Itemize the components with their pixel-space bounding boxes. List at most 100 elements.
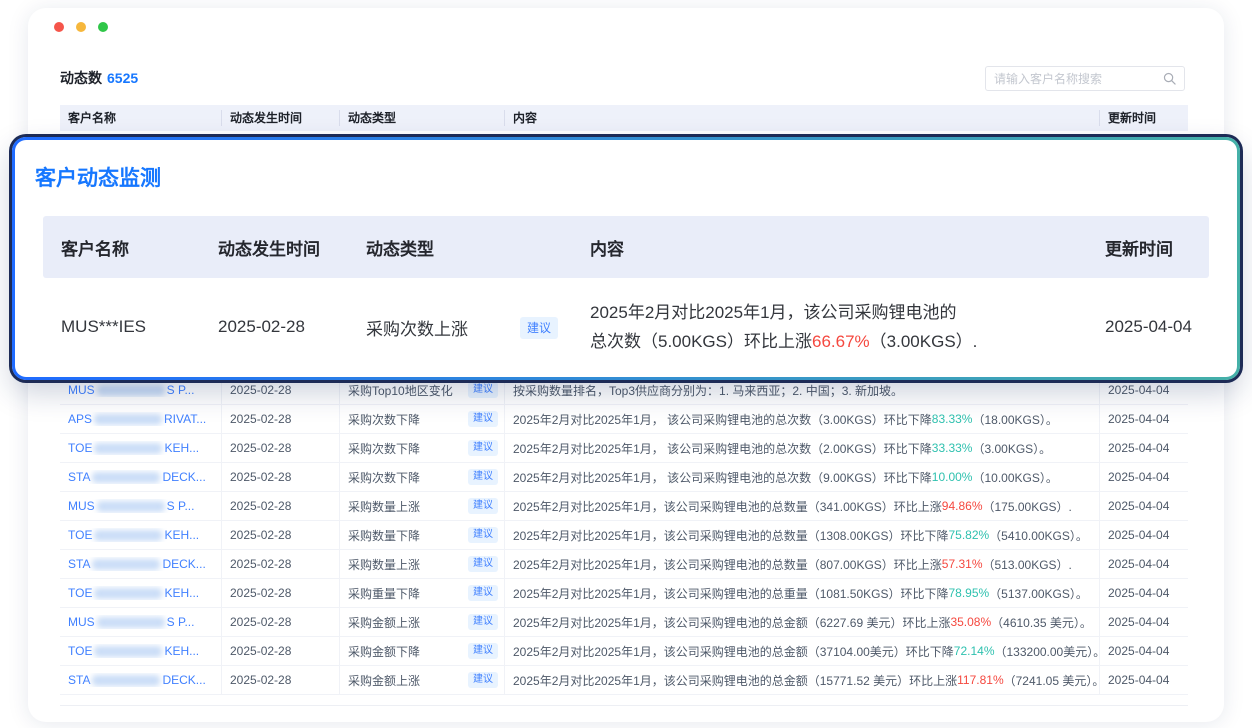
column-header-updated: 更新时间	[1100, 110, 1188, 126]
overlay-content: 2025年2月对比2025年1月，该公司采购锂电池的 总次数（5.00KGS）环…	[575, 298, 1097, 356]
dynamics-count-label: 动态数	[60, 70, 102, 86]
customer-name-link[interactable]: MUS S P...	[68, 615, 194, 629]
dynamic-type-cell: 采购次数下降 建议	[340, 463, 505, 491]
occurred-date-cell: 2025-02-28	[222, 405, 340, 433]
suggestion-badge: 建议	[468, 585, 498, 601]
percent-change: 57.31%	[942, 557, 983, 571]
close-window-button[interactable]	[54, 22, 64, 32]
dynamics-count: 动态数6525	[60, 68, 138, 88]
occurred-date-cell: 2025-02-28	[222, 637, 340, 665]
customer-name-link[interactable]: APS RIVAT...	[68, 412, 206, 426]
column-header-customer: 客户名称	[60, 110, 222, 126]
search-input[interactable]	[994, 72, 1163, 86]
customer-name-link[interactable]: STA DECK...	[68, 673, 206, 687]
overlay-customer-name[interactable]: MUS***IES	[43, 317, 203, 337]
occurred-date-cell: 2025-02-28	[222, 463, 340, 491]
content-cell: 按采购数量排名，Top3供应商分别为：1. 马来西亚；2. 中国；3. 新加坡。	[505, 376, 1100, 404]
updated-date-cell: 2025-04-04	[1100, 463, 1188, 491]
dynamic-type-cell: 采购数量上涨 建议	[340, 492, 505, 520]
suggestion-badge: 建议	[468, 672, 498, 688]
updated-date-cell: 2025-04-04	[1100, 608, 1188, 636]
dynamic-type-cell: 采购Top10地区变化 建议	[340, 376, 505, 404]
customer-search-box[interactable]	[985, 66, 1185, 91]
customer-name-link[interactable]: TOE KEH...	[68, 586, 199, 600]
blurred-name-segment	[94, 646, 162, 657]
content-cell: 2025年2月对比2025年1月，该公司采购锂电池的总金额（6227.69 美元…	[505, 608, 1100, 636]
customer-name-link[interactable]: MUS S P...	[68, 499, 194, 513]
column-header-content: 内容	[505, 110, 1100, 126]
suggestion-badge: 建议	[468, 643, 498, 659]
overlay-occurred-date: 2025-02-28	[203, 317, 351, 337]
updated-date-cell: 2025-04-04	[1100, 579, 1188, 607]
suggestion-badge: 建议	[468, 382, 498, 398]
content-cell: 2025年2月对比2025年1月，该公司采购锂电池的总数量（1308.00KGS…	[505, 521, 1100, 549]
content-cell: 2025年2月对比2025年1月，该公司采购锂电池的总金额（15771.52 美…	[505, 666, 1100, 694]
dynamic-type-cell: 采购金额上涨 建议	[340, 608, 505, 636]
updated-date-cell: 2025-04-04	[1100, 521, 1188, 549]
dynamic-type-cell: 采购重量下降 建议	[340, 579, 505, 607]
occurred-date-cell: 2025-02-28	[222, 492, 340, 520]
updated-date-cell: 2025-04-04	[1100, 637, 1188, 665]
table-bottom-divider	[60, 705, 1188, 706]
table-row: TOE KEH... 2025-02-28 采购金额下降 建议 2025年2月对…	[60, 637, 1188, 666]
updated-date-cell: 2025-04-04	[1100, 666, 1188, 694]
maximize-window-button[interactable]	[98, 22, 108, 32]
content-cell: 2025年2月对比2025年1月，该公司采购锂电池的总金额（37104.00美元…	[505, 637, 1100, 665]
percent-change: 117.81%	[957, 673, 1003, 687]
updated-date-cell: 2025-04-04	[1100, 550, 1188, 578]
overlay-column-occurred: 动态发生时间	[203, 235, 351, 260]
occurred-date-cell: 2025-02-28	[222, 579, 340, 607]
dynamic-type-cell: 采购数量下降 建议	[340, 521, 505, 549]
window-controls	[54, 22, 108, 32]
blurred-name-segment	[97, 385, 165, 396]
suggestion-badge: 建议	[468, 411, 498, 427]
updated-date-cell: 2025-04-04	[1100, 492, 1188, 520]
suggestion-badge: 建议	[468, 556, 498, 572]
table-row: STA DECK... 2025-02-28 采购次数下降 建议 2025年2月…	[60, 463, 1188, 492]
table-row: STA DECK... 2025-02-28 采购金额上涨 建议 2025年2月…	[60, 666, 1188, 695]
percent-change: 72.14%	[954, 644, 995, 658]
dynamic-type-cell: 采购次数下降 建议	[340, 434, 505, 462]
percent-change: 10.00%	[932, 470, 973, 484]
dynamic-type-cell: 采购金额下降 建议	[340, 637, 505, 665]
dynamic-type-cell: 采购次数下降 建议	[340, 405, 505, 433]
table-row: MUS S P... 2025-02-28 采购Top10地区变化 建议 按采购…	[60, 376, 1188, 405]
customer-name-link[interactable]: TOE KEH...	[68, 644, 199, 658]
customer-name-link[interactable]: STA DECK...	[68, 557, 206, 571]
overlay-title: 客户动态监测	[35, 162, 161, 192]
overlay-column-updated: 更新时间	[1097, 235, 1209, 260]
minimize-window-button[interactable]	[76, 22, 86, 32]
blurred-name-segment	[97, 501, 165, 512]
column-header-type: 动态类型	[340, 110, 505, 126]
blurred-name-segment	[94, 443, 162, 454]
customer-name-link[interactable]: STA DECK...	[68, 470, 206, 484]
percent-change: 83.33%	[932, 412, 973, 426]
percent-change: 78.95%	[948, 586, 989, 600]
occurred-date-cell: 2025-02-28	[222, 608, 340, 636]
column-header-occurred: 动态发生时间	[222, 110, 340, 126]
updated-date-cell: 2025-04-04	[1100, 405, 1188, 433]
overlay-column-customer: 客户名称	[43, 235, 203, 260]
overlay-percent-change: 66.67%	[812, 332, 870, 351]
overlay-suggestion-badge: 建议	[520, 317, 558, 339]
overlay-table-header: 客户名称 动态发生时间 动态类型 内容 更新时间	[43, 216, 1209, 278]
content-cell: 2025年2月对比2025年1月，该公司采购锂电池的总数量（341.00KGS）…	[505, 492, 1100, 520]
suggestion-badge: 建议	[468, 469, 498, 485]
content-cell: 2025年2月对比2025年1月，该公司采购锂电池的总数量（807.00KGS）…	[505, 550, 1100, 578]
occurred-date-cell: 2025-02-28	[222, 521, 340, 549]
table-row: TOE KEH... 2025-02-28 采购数量下降 建议 2025年2月对…	[60, 521, 1188, 550]
dynamic-type-cell: 采购数量上涨 建议	[340, 550, 505, 578]
customer-name-link[interactable]: TOE KEH...	[68, 441, 199, 455]
updated-date-cell: 2025-04-04	[1100, 434, 1188, 462]
search-icon[interactable]	[1163, 72, 1176, 85]
customer-name-link[interactable]: TOE KEH...	[68, 528, 199, 542]
customer-name-link[interactable]: MUS S P...	[68, 383, 194, 397]
blurred-name-segment	[92, 559, 160, 570]
table-row: TOE KEH... 2025-02-28 采购次数下降 建议 2025年2月对…	[60, 434, 1188, 463]
dynamic-type-cell: 采购金额上涨 建议	[340, 666, 505, 694]
occurred-date-cell: 2025-02-28	[222, 376, 340, 404]
table-row: MUS S P... 2025-02-28 采购金额上涨 建议 2025年2月对…	[60, 608, 1188, 637]
table-row: STA DECK... 2025-02-28 采购数量上涨 建议 2025年2月…	[60, 550, 1188, 579]
blurred-name-segment	[97, 617, 165, 628]
table-row: TOE KEH... 2025-02-28 采购重量下降 建议 2025年2月对…	[60, 579, 1188, 608]
